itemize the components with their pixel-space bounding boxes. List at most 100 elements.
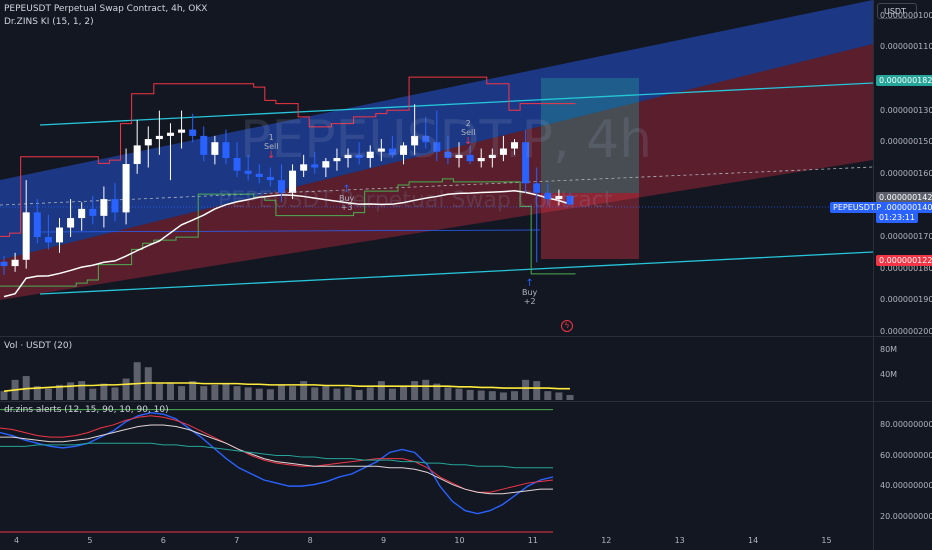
candle-body [100, 199, 108, 216]
volume-bar [233, 386, 241, 400]
volume-bar [67, 382, 75, 400]
volume-bar [178, 386, 186, 400]
sell-signal-2[interactable]: 2 Sell ↓ [461, 119, 475, 147]
oscillator-teal-line [0, 442, 553, 469]
symbol-title[interactable]: PEPEUSDT Perpetual Swap Contract, 4h, OK… [4, 4, 207, 14]
volume-bar [200, 386, 208, 400]
oscillator-tick-label: 80.0000000000 [880, 419, 932, 429]
volume-bar [344, 387, 352, 400]
price-tick-label: 0.0000001700 [880, 232, 932, 242]
volume-bar [266, 389, 274, 400]
candle-body [222, 142, 230, 159]
candle-body [122, 164, 130, 213]
sell-signal-1[interactable]: 1 Sell ↓ [264, 133, 278, 161]
volume-tick-label: 80M [880, 344, 898, 354]
time-tick-label: 11 [527, 536, 538, 545]
candle-body [11, 259, 19, 267]
time-tick-label: 13 [674, 536, 685, 545]
candle-body [244, 170, 252, 174]
indicator-legend[interactable]: Dr.ZINS KI (15, 1, 2) [4, 17, 94, 27]
buy-signal-2[interactable]: ↑ Buy +2 [522, 278, 538, 307]
buy-signal-2-count: +2 [523, 297, 536, 306]
time-tick-label: 5 [87, 536, 93, 545]
volume-bar [111, 387, 119, 400]
oscillator-tick-label: 60.0000000000 [880, 450, 932, 460]
main-chart-svg[interactable] [0, 0, 932, 550]
candle-body [189, 129, 197, 136]
volume-tick-label: 40M [880, 369, 898, 379]
volume-bar [322, 386, 330, 400]
volume-bar [466, 389, 474, 400]
volume-bar [488, 391, 496, 400]
price-tick-label: 0.0000001900 [880, 295, 932, 305]
time-tick-label: 4 [14, 536, 20, 545]
volume-bar [455, 388, 463, 400]
candle-body [178, 129, 186, 133]
candle-body [144, 139, 152, 146]
buy-signal-1[interactable]: ↑ Buy +3 [339, 185, 355, 213]
volume-legend[interactable]: Vol · USDT (20) [4, 341, 72, 351]
time-tick-label: 6 [160, 536, 166, 545]
volume-bar [311, 387, 319, 400]
volume-bar [422, 379, 430, 400]
volume-bar [533, 381, 541, 400]
candle-body [211, 142, 219, 155]
pane-divider-oscillator[interactable] [0, 401, 932, 402]
sell-arrow-icon: ↓ [464, 136, 473, 147]
volume-bar [511, 391, 519, 400]
volume-bar [189, 381, 197, 400]
volume-bar [544, 391, 552, 400]
volume-bar [0, 391, 8, 400]
volume-bar [477, 390, 485, 400]
price-axis-border [873, 0, 874, 550]
volume-bar [222, 383, 230, 400]
chart-stage[interactable]: PEPEUSDT.P, 4h PEPEUSDT Perpetual Swap C… [0, 0, 932, 550]
candle-body [22, 212, 30, 260]
candle-body [166, 132, 174, 136]
buy-signal-2-label: Buy [522, 288, 538, 297]
candle-body [78, 208, 86, 219]
teal-line-price-tag: 0.0000001826 [876, 75, 932, 86]
price-tick-label: 0.0000001300 [880, 105, 932, 115]
price-tick-label: 0.0000001100 [880, 42, 932, 52]
volume-bar [411, 381, 419, 400]
volume-bar [400, 386, 408, 400]
price-tick-label: 0.0000001500 [880, 137, 932, 147]
volume-bar [122, 378, 130, 400]
volume-bar [44, 388, 52, 400]
oscillator-red-line [0, 415, 554, 493]
volume-bar [300, 381, 308, 400]
candle-body [89, 208, 97, 216]
volume-bar [133, 362, 141, 400]
candle-body [33, 212, 41, 238]
sell-signal-1-number: 1 [268, 133, 274, 142]
candle-body [67, 218, 75, 228]
volume-bar [555, 392, 563, 400]
sell-arrow-icon: ↓ [267, 150, 276, 161]
buy-signal-1-label: Buy [339, 194, 355, 203]
volume-bar [333, 388, 341, 400]
candle-body [266, 176, 274, 181]
sell-signal-2-number: 2 [465, 119, 471, 128]
volume-bar [355, 389, 363, 400]
volume-bar [211, 384, 219, 400]
time-tick-label: 8 [307, 536, 313, 545]
candle-body [155, 135, 163, 140]
time-tick-label: 10 [454, 536, 465, 545]
oscillator-tick-label: 20.0000000000 [880, 511, 932, 521]
volume-bar [366, 387, 374, 400]
time-tick-label: 14 [748, 536, 759, 545]
volume-bar [244, 387, 252, 400]
watermark-line-2: PEPEUSDT Perpetual Swap Contract [218, 188, 613, 213]
time-tick-label: 7 [234, 536, 240, 545]
lightning-icon[interactable]: ϟ [561, 320, 573, 332]
buy-arrow-icon: ↑ [525, 278, 534, 289]
oscillator-legend[interactable]: dr.zins alerts (12, 15, 90, 10, 90, 10) [4, 405, 169, 415]
time-tick-label: 12 [601, 536, 612, 545]
pane-divider-volume[interactable] [0, 336, 932, 337]
red-line-price-tag: 0.0000001229 [876, 255, 932, 266]
symbol-price-tag: PEPEUSDT.P [830, 202, 885, 213]
volume-bar [388, 388, 396, 400]
price-tick-label: 0.0000001600 [880, 168, 932, 178]
candle-body [44, 237, 52, 243]
